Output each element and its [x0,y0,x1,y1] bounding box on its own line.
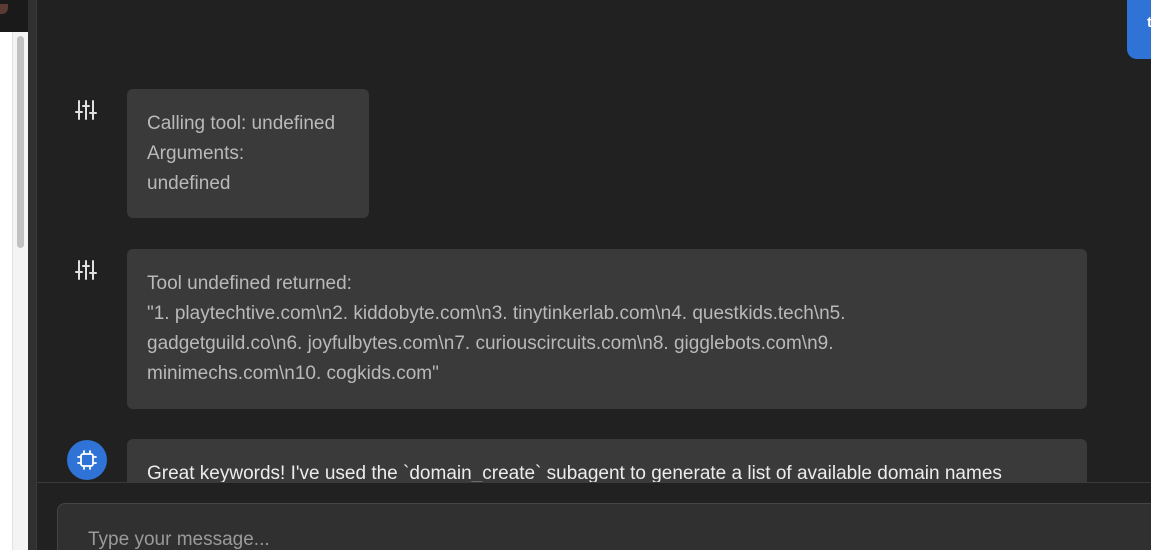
sliders-icon [75,259,97,281]
scrollbar-track[interactable] [12,32,28,550]
panel-divider[interactable] [28,0,37,550]
chip-icon [77,450,97,470]
left-panel-header [0,0,28,32]
sliders-icon [75,99,97,121]
composer-box[interactable] [57,503,1151,550]
tool-result-line: gadgetguild.co\n6. joyfulbytes.com\n7. c… [147,333,834,354]
assistant-avatar [67,440,107,480]
message-input[interactable] [88,526,988,550]
tool-call-line: undefined [147,173,231,194]
left-panel [0,0,28,550]
user-message-text: t [1147,14,1151,31]
tool-result-line: Tool undefined returned: [147,273,352,294]
tool-result-bubble: Tool undefined returned: "1. playtechtiv… [127,249,1087,409]
tool-result-line: minimechs.com\n10. cogkids.com" [147,363,439,384]
scrollbar-thumb[interactable] [17,36,24,248]
chat-main: t Calling tool: undefined Arguments: und… [37,0,1151,550]
avatar-fragment [0,4,8,14]
user-message-bubble: t [1127,0,1151,59]
tool-call-bubble: Calling tool: undefined Arguments: undef… [127,89,369,218]
composer-area [37,482,1151,550]
tool-call-line: Calling tool: undefined [147,113,336,134]
tool-result-line: "1. playtechtive.com\n2. kiddobyte.com\n… [147,303,846,324]
tool-call-line: Arguments: [147,143,245,164]
